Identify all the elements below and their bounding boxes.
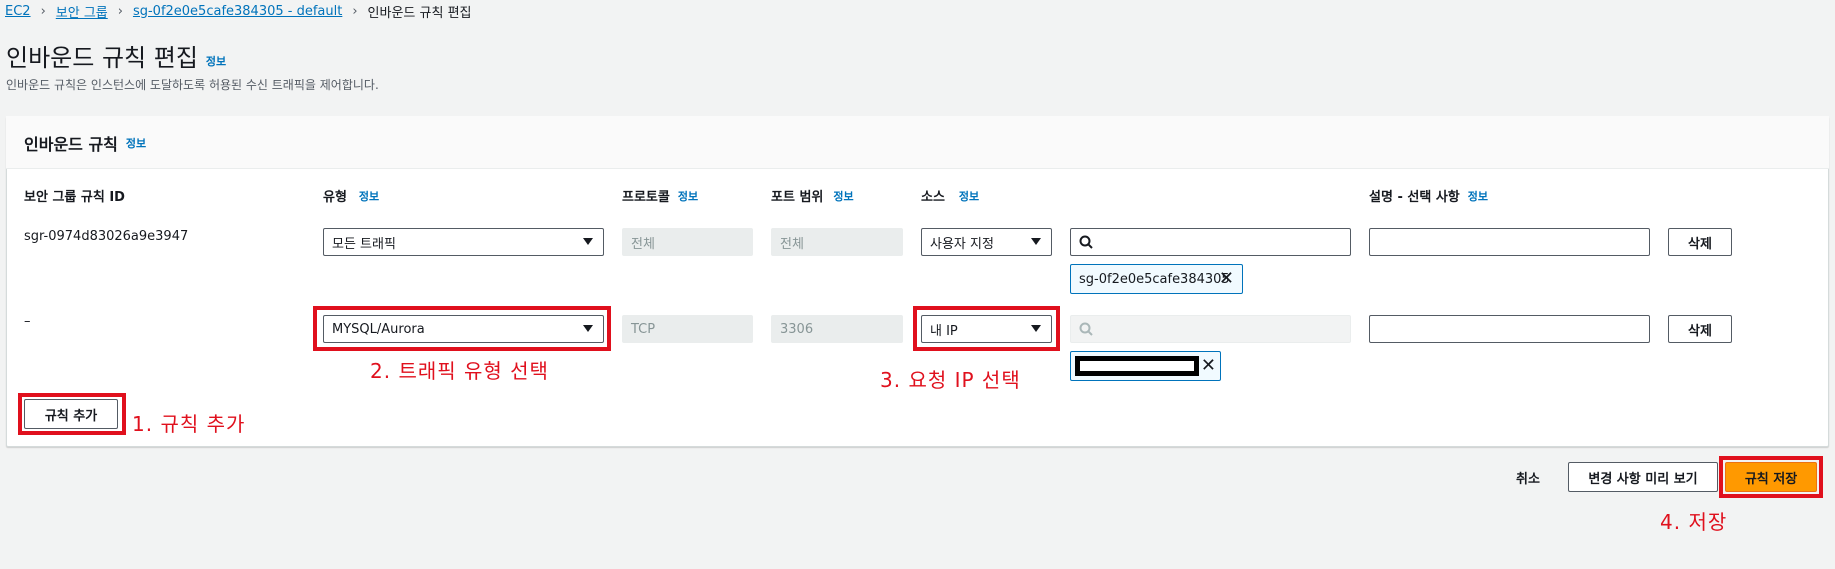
highlight-save — [1719, 456, 1823, 498]
highlight-type-select — [313, 306, 611, 351]
highlight-add-rule — [18, 393, 126, 435]
description-input[interactable] — [1369, 315, 1650, 343]
close-icon[interactable]: ✕ — [1201, 355, 1216, 376]
breadcrumb: EC2 › 보안 그룹 › sg-0f2e0e5cafe384305 - def… — [5, 2, 472, 21]
source-search-input[interactable] — [1070, 315, 1351, 343]
breadcrumb-current: 인바운드 규칙 편집 — [367, 5, 472, 21]
rule-id: sgr-0974d83026a9e3947 — [24, 229, 189, 244]
source-search-input[interactable] — [1070, 228, 1351, 256]
panel-title-wrap: 인바운드 규칙 정보 — [24, 131, 146, 155]
page-description: 인바운드 규칙은 인스턴스에 도달하도록 허용된 수신 트래픽을 제어합니다. — [6, 78, 379, 92]
breadcrumb-security-groups[interactable]: 보안 그룹 — [56, 2, 108, 21]
col-rule-id: 보안 그룹 규칙 ID — [24, 190, 125, 205]
description-input[interactable] — [1369, 228, 1650, 256]
col-port: 포트 범위 — [771, 190, 824, 205]
col-type-wrap: 유형 정보 — [323, 186, 379, 206]
close-icon[interactable]: ✕ — [1219, 268, 1234, 289]
annotation-source: 3. 요청 IP 선택 — [880, 368, 1021, 392]
type-select[interactable]: 모든 트래픽 — [323, 228, 604, 256]
col-type: 유형 — [323, 190, 347, 205]
chevron-right-icon: › — [117, 3, 123, 19]
col-source: 소스 — [921, 190, 945, 205]
col-protocol-wrap: 프로토콜 정보 — [622, 186, 698, 206]
port-range-field: 3306 — [771, 315, 903, 343]
highlight-source-select — [913, 306, 1060, 351]
search-icon — [1079, 235, 1093, 249]
source-select[interactable]: 사용자 지정 — [921, 228, 1052, 256]
cancel-button[interactable]: 취소 — [1516, 468, 1540, 487]
panel-header — [6, 116, 1829, 169]
protocol-field: TCP — [622, 315, 753, 343]
delete-button[interactable]: 삭제 — [1668, 228, 1732, 256]
delete-button[interactable]: 삭제 — [1668, 315, 1732, 343]
page-title: 인바운드 규칙 편집 — [6, 44, 198, 72]
info-link[interactable]: 정보 — [959, 188, 979, 204]
panel-title: 인바운드 규칙 — [24, 135, 118, 154]
preview-changes-button[interactable]: 변경 사항 미리 보기 — [1568, 462, 1718, 492]
info-link[interactable]: 정보 — [359, 188, 379, 204]
caret-down-icon — [1031, 238, 1041, 245]
caret-down-icon — [583, 238, 593, 245]
port-range-field: 전체 — [771, 228, 903, 256]
info-link[interactable]: 정보 — [833, 188, 853, 204]
source-token-redacted: ✕ — [1070, 351, 1221, 381]
chevron-right-icon: › — [352, 3, 358, 19]
breadcrumb-ec2[interactable]: EC2 — [5, 4, 31, 19]
col-desc-wrap: 설명 - 선택 사항 정보 — [1369, 186, 1488, 206]
col-source-wrap: 소스 정보 — [921, 186, 979, 206]
breadcrumb-security-group[interactable]: sg-0f2e0e5cafe384305 - default — [133, 4, 342, 19]
search-icon — [1079, 322, 1093, 336]
annotation-add-rule: 1. 규칙 추가 — [132, 412, 246, 436]
info-link[interactable]: 정보 — [1468, 188, 1488, 204]
info-link[interactable]: 정보 — [678, 188, 698, 204]
annotation-save: 4. 저장 — [1660, 510, 1728, 534]
source-select-value: 사용자 지정 — [930, 236, 994, 252]
annotation-type: 2. 트래픽 유형 선택 — [370, 359, 549, 383]
info-link[interactable]: 정보 — [206, 53, 226, 69]
source-token-label: sg-0f2e0e5cafe384305 — [1079, 271, 1230, 287]
protocol-field: 전체 — [622, 228, 753, 256]
type-select-value: 모든 트래픽 — [332, 236, 396, 252]
source-token: sg-0f2e0e5cafe384305 ✕ — [1070, 264, 1243, 294]
redacted-ip-box — [1075, 356, 1199, 376]
col-protocol: 프로토콜 — [622, 190, 670, 205]
info-link[interactable]: 정보 — [126, 135, 146, 151]
chevron-right-icon: › — [40, 3, 46, 19]
rule-id: – — [24, 314, 31, 329]
col-port-wrap: 포트 범위 정보 — [771, 186, 854, 206]
col-description: 설명 - 선택 사항 — [1369, 190, 1460, 205]
page-header: 인바운드 규칙 편집 정보 — [6, 38, 226, 73]
